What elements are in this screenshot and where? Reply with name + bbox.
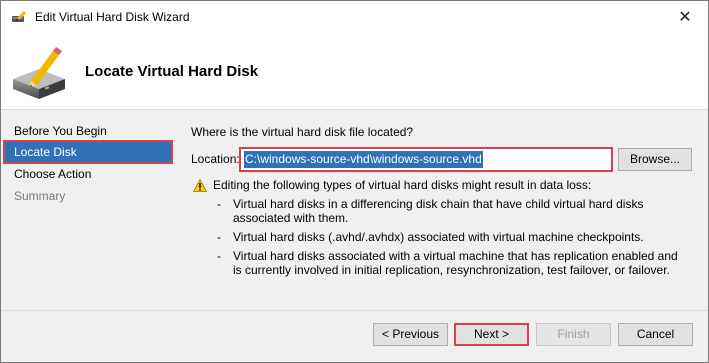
warning-list: - Virtual hard disks in a differencing d… [217, 197, 687, 282]
finish-button[interactable]: Finish [536, 323, 611, 346]
title-bar: Edit Virtual Hard Disk Wizard ✕ [1, 1, 708, 33]
browse-button[interactable]: Browse... [618, 148, 692, 171]
warning-item-text: Virtual hard disks in a differencing dis… [233, 197, 644, 225]
next-button[interactable]: Next > [454, 323, 529, 346]
location-input[interactable]: C:\windows-source-vhd\windows-source.vhd [239, 147, 613, 172]
previous-button[interactable]: < Previous [373, 323, 448, 346]
list-dash: - [217, 230, 221, 244]
list-item: - Virtual hard disks (.avhd/.avhdx) asso… [217, 230, 687, 244]
list-item: - Virtual hard disks associated with a v… [217, 249, 687, 277]
content-panel: Where is the virtual hard disk file loca… [191, 111, 701, 311]
warning-triangle-icon [192, 178, 208, 192]
location-input-value[interactable]: C:\windows-source-vhd\windows-source.vhd [244, 151, 483, 168]
wizard-nav: Before You Begin Locate Disk Choose Acti… [1, 111, 177, 311]
warning-item-text: Virtual hard disks associated with a vir… [233, 249, 678, 277]
window-title: Edit Virtual Hard Disk Wizard [35, 10, 190, 24]
warning-text: Editing the following types of virtual h… [213, 178, 592, 192]
nav-item-summary[interactable]: Summary [5, 186, 171, 206]
list-item: - Virtual hard disks in a differencing d… [217, 197, 687, 225]
disk-pencil-icon [11, 10, 27, 24]
cancel-button[interactable]: Cancel [618, 323, 693, 346]
close-icon[interactable]: ✕ [662, 1, 708, 33]
nav-item-choose-action[interactable]: Choose Action [5, 164, 171, 184]
page-title: Locate Virtual Hard Disk [85, 63, 259, 80]
list-dash: - [217, 197, 221, 211]
footer-divider [1, 310, 708, 311]
location-label: Location: [191, 152, 240, 166]
wizard-header: Locate Virtual Hard Disk [1, 33, 708, 110]
wizard-window: Edit Virtual Hard Disk Wizard ✕ Locate V… [0, 0, 709, 363]
location-question: Where is the virtual hard disk file loca… [191, 125, 414, 139]
nav-item-before-you-begin[interactable]: Before You Begin [5, 121, 171, 141]
list-dash: - [217, 249, 221, 263]
nav-item-locate-disk[interactable]: Locate Disk [3, 140, 173, 164]
disk-pencil-icon [9, 45, 69, 105]
warning-item-text: Virtual hard disks (.avhd/.avhdx) associ… [233, 230, 644, 244]
